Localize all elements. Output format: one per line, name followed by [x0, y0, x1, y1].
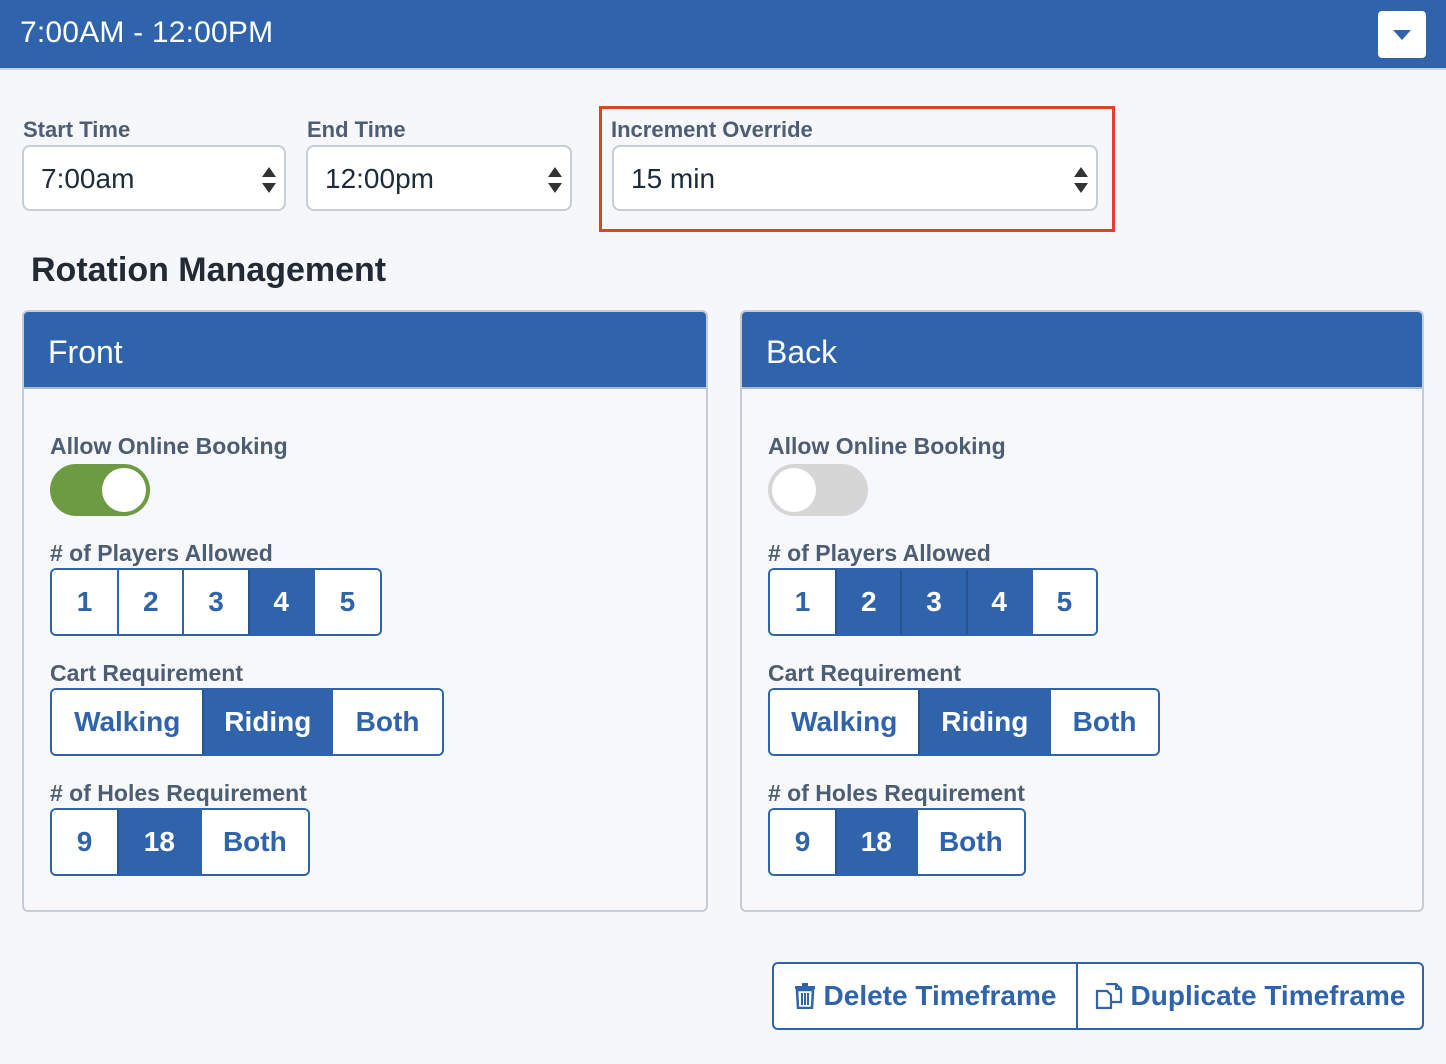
players-allowed-group: 1 2 3 4 5	[50, 568, 382, 636]
holes-option-both[interactable]: Both	[199, 810, 308, 874]
players-allowed-label: # of Players Allowed	[50, 540, 273, 566]
cart-requirement-label: Cart Requirement	[50, 660, 243, 686]
duplicate-timeframe-button[interactable]: Duplicate Timeframe	[1076, 964, 1422, 1028]
online-booking-toggle[interactable]	[50, 464, 150, 516]
end-time-label: End Time	[307, 117, 406, 142]
duplicate-timeframe-label: Duplicate Timeframe	[1130, 980, 1406, 1011]
players-option-3[interactable]: 3	[182, 570, 248, 634]
timeframe-title: 7:00AM - 12:00PM	[20, 16, 274, 49]
trash-icon	[794, 983, 815, 1009]
players-option-1[interactable]: 1	[52, 570, 118, 634]
copy-icon	[1095, 983, 1122, 1009]
online-booking-label: Allow Online Booking	[768, 433, 1006, 459]
cart-requirement-group: Walking Riding Both	[50, 688, 444, 756]
panel-title: Front	[48, 334, 123, 370]
players-option-5[interactable]: 5	[312, 570, 380, 634]
online-booking-label: Allow Online Booking	[50, 433, 288, 459]
start-time-label: Start Time	[23, 117, 131, 142]
players-option-5[interactable]: 5	[1030, 570, 1096, 634]
delete-timeframe-label: Delete Timeframe	[823, 980, 1057, 1011]
timeframe-header: 7:00AM - 12:00PM	[0, 0, 1446, 70]
holes-requirement-label: # of Holes Requirement	[768, 780, 1025, 806]
cart-requirement-label: Cart Requirement	[768, 660, 961, 686]
players-option-2[interactable]: 2	[835, 570, 901, 634]
panel-header: Back	[742, 312, 1422, 389]
toggle-knob	[772, 468, 816, 512]
players-option-4[interactable]: 4	[965, 570, 1031, 634]
panel-title: Back	[766, 334, 838, 370]
delete-timeframe-button[interactable]: Delete Timeframe	[774, 964, 1076, 1028]
collapse-toggle-button[interactable]	[1378, 11, 1426, 58]
cart-option-both[interactable]: Both	[1049, 690, 1158, 754]
players-option-4[interactable]: 4	[247, 570, 313, 634]
holes-option-18[interactable]: 18	[834, 810, 916, 874]
rotation-management-title: Rotation Management	[31, 251, 387, 289]
holes-option-both[interactable]: Both	[915, 810, 1024, 874]
select-arrows-icon	[1074, 167, 1088, 193]
players-option-3[interactable]: 3	[900, 570, 966, 634]
holes-requirement-group: 9 18 Both	[50, 808, 310, 876]
cart-option-riding[interactable]: Riding	[202, 690, 332, 754]
start-time-value: 7:00am	[41, 163, 135, 194]
select-arrows-icon	[548, 167, 562, 193]
cart-option-both[interactable]: Both	[331, 690, 442, 754]
holes-option-18[interactable]: 18	[116, 810, 200, 874]
cart-option-walking[interactable]: Walking	[770, 690, 919, 754]
select-arrows-icon	[262, 167, 276, 193]
rotation-panel-front: Front Allow Online Booking # of Players …	[22, 310, 708, 912]
start-time-select[interactable]: 7:00am	[22, 145, 286, 211]
online-booking-toggle[interactable]	[768, 464, 868, 516]
timeframe-actions: Delete Timeframe Duplicate Timeframe	[772, 962, 1424, 1030]
cart-requirement-group: Walking Riding Both	[768, 688, 1160, 756]
caret-down-icon	[1393, 29, 1411, 40]
cart-option-riding[interactable]: Riding	[918, 690, 1050, 754]
toggle-knob	[102, 468, 146, 512]
holes-option-9[interactable]: 9	[770, 810, 835, 874]
increment-override-label: Increment Override	[611, 117, 813, 142]
end-time-select[interactable]: 12:00pm	[306, 145, 572, 211]
rotation-panel-back: Back Allow Online Booking # of Players A…	[740, 310, 1424, 912]
players-allowed-group: 1 2 3 4 5	[768, 568, 1098, 636]
players-allowed-label: # of Players Allowed	[768, 540, 991, 566]
holes-requirement-label: # of Holes Requirement	[50, 780, 307, 806]
panel-header: Front	[24, 312, 706, 389]
players-option-2[interactable]: 2	[117, 570, 183, 634]
players-option-1[interactable]: 1	[770, 570, 836, 634]
cart-option-walking[interactable]: Walking	[52, 690, 203, 754]
holes-option-9[interactable]: 9	[52, 810, 117, 874]
holes-requirement-group: 9 18 Both	[768, 808, 1026, 876]
end-time-value: 12:00pm	[325, 163, 434, 194]
increment-override-select[interactable]: 15 min	[612, 145, 1098, 211]
increment-override-value: 15 min	[631, 163, 716, 194]
